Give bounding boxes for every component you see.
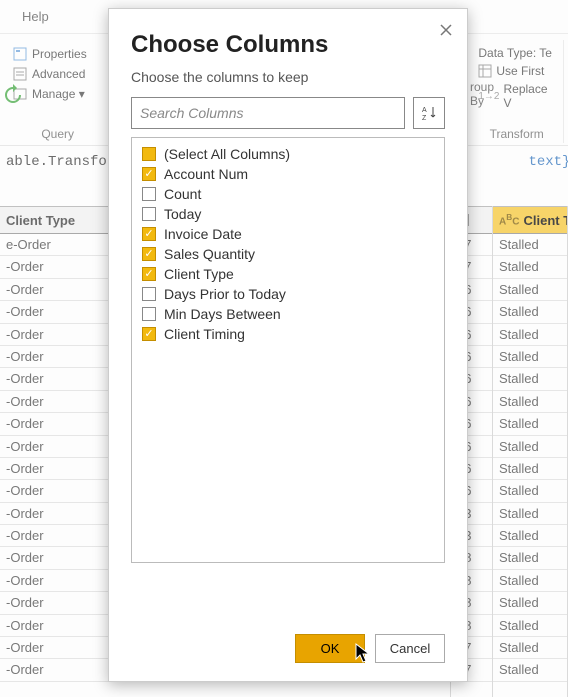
- svg-text:Z: Z: [422, 115, 427, 122]
- column-option-label: Today: [164, 206, 201, 222]
- column-option[interactable]: Days Prior to Today: [136, 284, 440, 304]
- column-option-label: Sales Quantity: [164, 246, 255, 262]
- checkbox[interactable]: [142, 307, 156, 321]
- checkbox[interactable]: [142, 187, 156, 201]
- column-option-label: Account Num: [164, 166, 248, 182]
- checkbox[interactable]: [142, 287, 156, 301]
- column-option[interactable]: Client Type: [136, 264, 440, 284]
- sort-az-icon: A Z: [420, 104, 438, 122]
- column-option[interactable]: Count: [136, 184, 440, 204]
- column-option[interactable]: Client Timing: [136, 324, 440, 344]
- checkbox[interactable]: [142, 227, 156, 241]
- dialog-title: Choose Columns: [109, 9, 467, 67]
- dialog-subtitle: Choose the columns to keep: [109, 67, 467, 97]
- column-option[interactable]: Account Num: [136, 164, 440, 184]
- close-icon: [439, 23, 453, 37]
- ok-button[interactable]: OK: [295, 634, 365, 663]
- column-option-label: Invoice Date: [164, 226, 242, 242]
- checkbox[interactable]: [142, 167, 156, 181]
- checkbox[interactable]: [142, 207, 156, 221]
- column-option[interactable]: Today: [136, 204, 440, 224]
- column-option-label: Count: [164, 186, 201, 202]
- column-option-label: (Select All Columns): [164, 146, 290, 162]
- sort-columns-button[interactable]: A Z: [413, 97, 445, 129]
- column-option[interactable]: Invoice Date: [136, 224, 440, 244]
- search-columns-input[interactable]: [131, 97, 405, 129]
- columns-list: (Select All Columns) Account Num Count Toda…: [131, 137, 445, 563]
- column-option-label: Days Prior to Today: [164, 286, 286, 302]
- close-button[interactable]: [435, 17, 457, 46]
- cancel-button[interactable]: Cancel: [375, 634, 445, 663]
- checkbox[interactable]: [142, 147, 156, 161]
- svg-text:A: A: [422, 107, 427, 114]
- column-option-label: Client Timing: [164, 326, 245, 342]
- checkbox[interactable]: [142, 267, 156, 281]
- checkbox[interactable]: [142, 327, 156, 341]
- column-option[interactable]: Min Days Between: [136, 304, 440, 324]
- column-option-label: Min Days Between: [164, 306, 281, 322]
- column-option-label: Client Type: [164, 266, 234, 282]
- column-option[interactable]: Sales Quantity: [136, 244, 440, 264]
- column-option[interactable]: (Select All Columns): [136, 144, 440, 164]
- choose-columns-dialog: Choose Columns Choose the columns to kee…: [108, 8, 468, 682]
- checkbox[interactable]: [142, 247, 156, 261]
